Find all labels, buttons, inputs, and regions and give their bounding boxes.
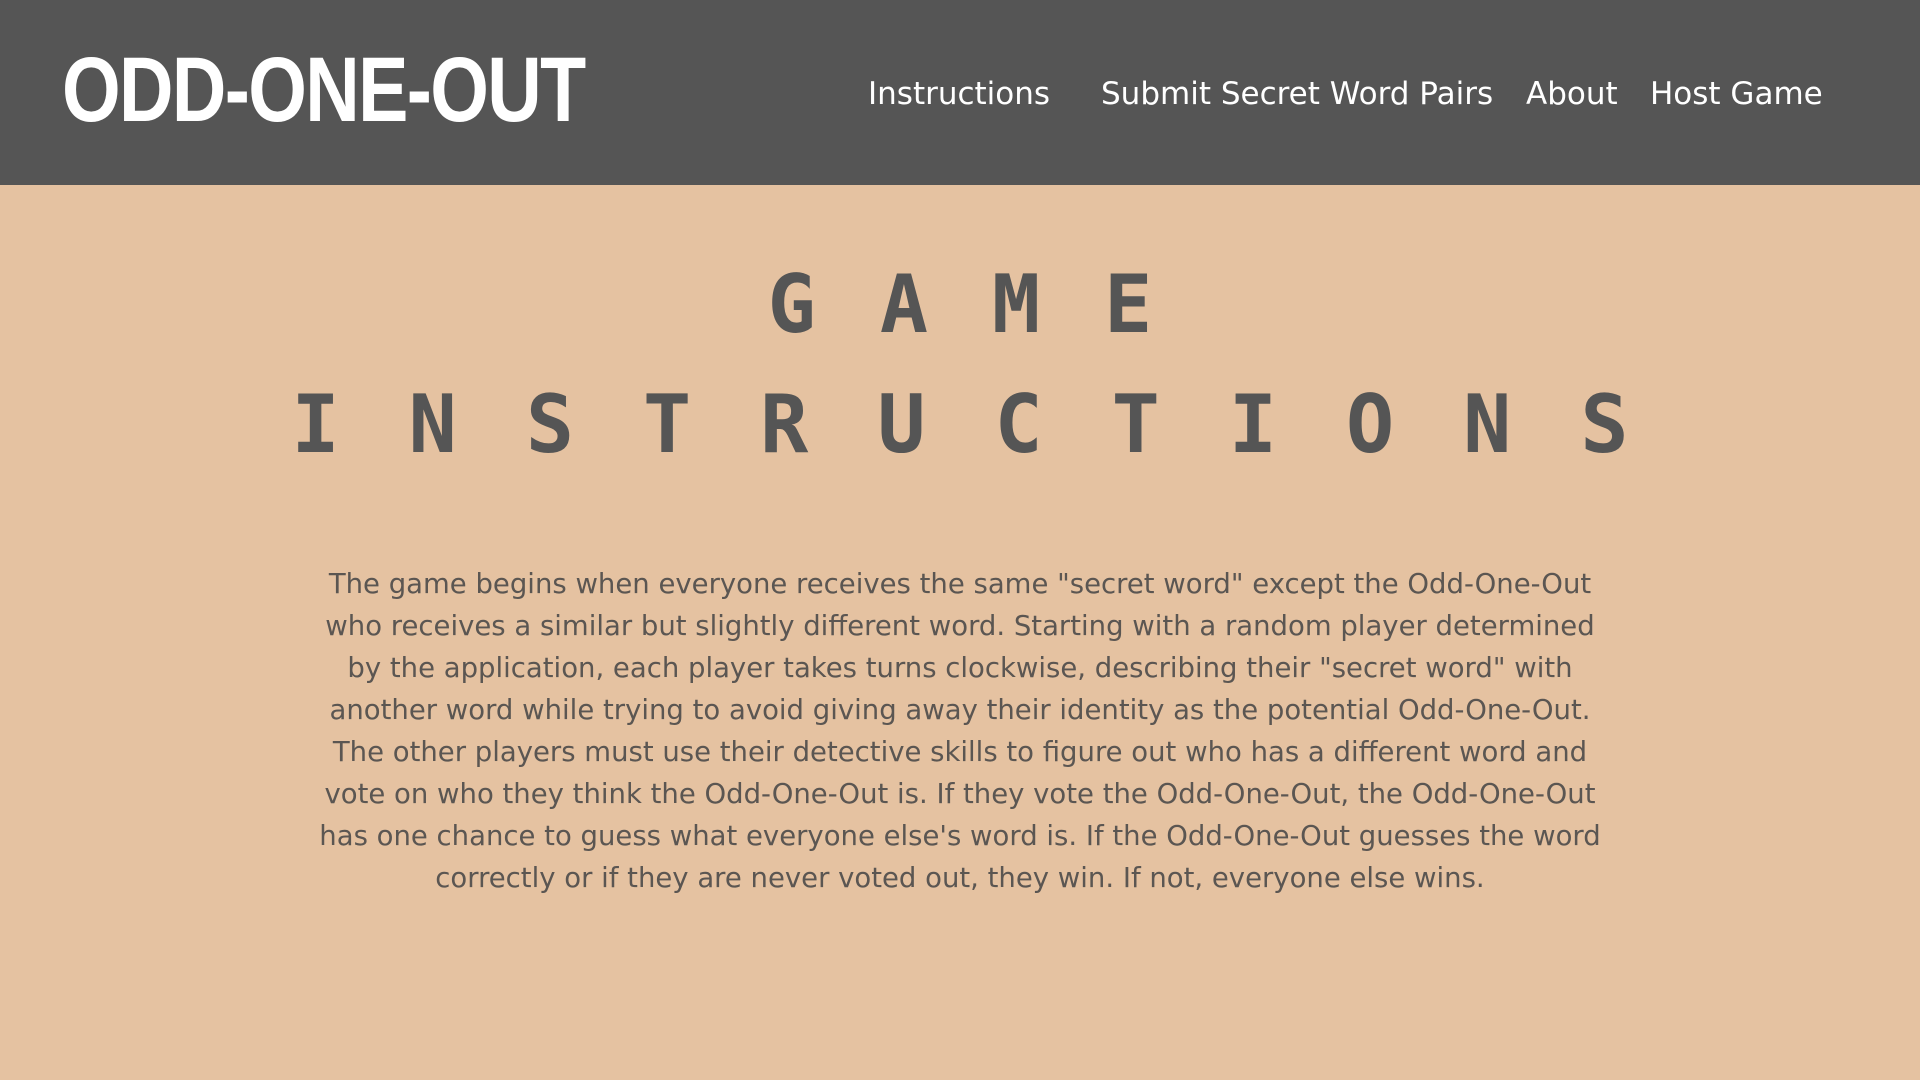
page-title-line-1: GAME <box>767 258 1217 351</box>
instructions-paragraph: The game begins when everyone receives t… <box>319 568 1601 894</box>
nav-about-link[interactable]: About <box>1526 70 1618 118</box>
nav-submit-word-pairs-link[interactable]: Submit Secret Word Pairs <box>1101 70 1493 118</box>
page-title-line-2: INSTRUCTIONS <box>291 378 1698 471</box>
nav-instructions-link[interactable]: Instructions <box>868 70 1050 118</box>
site-logo[interactable]: ODD-ONE-OUT <box>62 40 586 140</box>
nav-host-game-link[interactable]: Host Game <box>1650 70 1823 118</box>
site-header: ODD-ONE-OUT Instructions Submit Secret W… <box>0 0 1920 185</box>
